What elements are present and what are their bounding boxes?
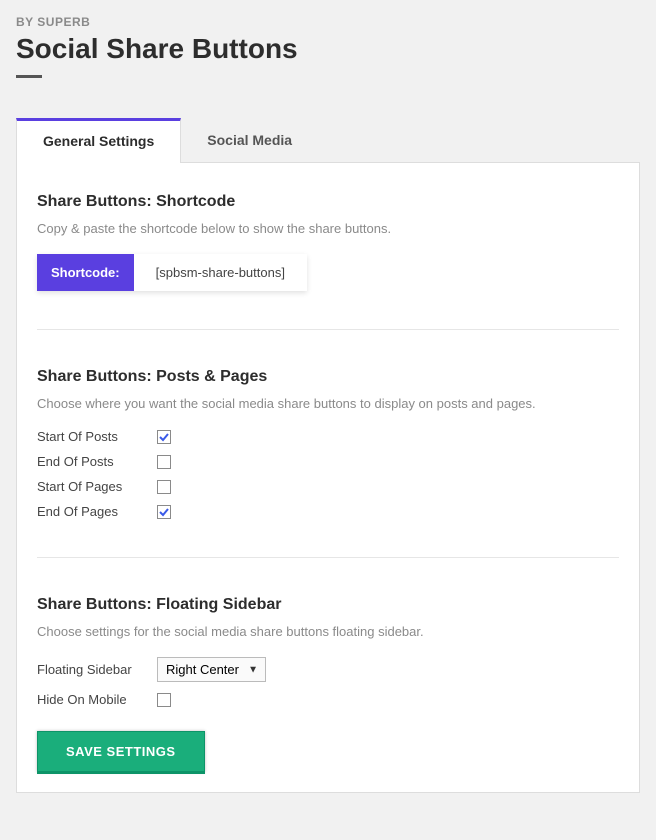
select-floating-sidebar[interactable]: Right Center [157,657,266,682]
checkbox-hide-on-mobile[interactable] [157,693,171,707]
checkbox-end-of-posts[interactable] [157,455,171,469]
section-title-shortcode: Share Buttons: Shortcode [37,193,619,211]
section-desc-posts-pages: Choose where you want the social media s… [37,396,619,411]
checkbox-end-of-pages[interactable] [157,505,171,519]
divider [37,557,619,558]
section-posts-pages: Share Buttons: Posts & Pages Choose wher… [37,368,619,547]
label-start-of-pages: Start Of Pages [37,479,157,494]
section-title-floating: Share Buttons: Floating Sidebar [37,596,619,614]
shortcode-badge-label: Shortcode: [37,254,134,291]
section-shortcode: Share Buttons: Shortcode Copy & paste th… [37,193,619,319]
label-end-of-pages: End Of Pages [37,504,157,519]
divider [37,329,619,330]
label-end-of-posts: End Of Posts [37,454,157,469]
shortcode-value[interactable]: [spbsm-share-buttons] [134,254,307,291]
option-start-of-posts: Start Of Posts [37,429,619,444]
check-icon [159,432,169,442]
section-desc-floating: Choose settings for the social media sha… [37,624,619,639]
label-hide-on-mobile: Hide On Mobile [37,692,157,707]
settings-panel: Share Buttons: Shortcode Copy & paste th… [16,163,640,793]
option-hide-on-mobile: Hide On Mobile [37,692,619,707]
byline: BY SUPERB [16,15,640,29]
shortcode-box: Shortcode: [spbsm-share-buttons] [37,254,307,291]
option-start-of-pages: Start Of Pages [37,479,619,494]
checkbox-start-of-posts[interactable] [157,430,171,444]
checkbox-start-of-pages[interactable] [157,480,171,494]
section-floating-sidebar: Share Buttons: Floating Sidebar Choose s… [37,596,619,707]
check-icon [159,507,169,517]
section-title-posts-pages: Share Buttons: Posts & Pages [37,368,619,386]
page-title: Social Share Buttons [16,33,640,65]
option-floating-sidebar: Floating Sidebar Right Center ▼ [37,657,619,682]
title-underline [16,75,42,78]
option-end-of-pages: End Of Pages [37,504,619,519]
tab-social-media[interactable]: Social Media [181,118,318,162]
section-desc-shortcode: Copy & paste the shortcode below to show… [37,221,619,236]
option-end-of-posts: End Of Posts [37,454,619,469]
tabs: General Settings Social Media [16,118,640,163]
label-floating-sidebar: Floating Sidebar [37,662,157,677]
save-row: SAVE SETTINGS [37,731,619,772]
label-start-of-posts: Start Of Posts [37,429,157,444]
tab-general-settings[interactable]: General Settings [16,118,181,163]
save-settings-button[interactable]: SAVE SETTINGS [37,731,205,772]
